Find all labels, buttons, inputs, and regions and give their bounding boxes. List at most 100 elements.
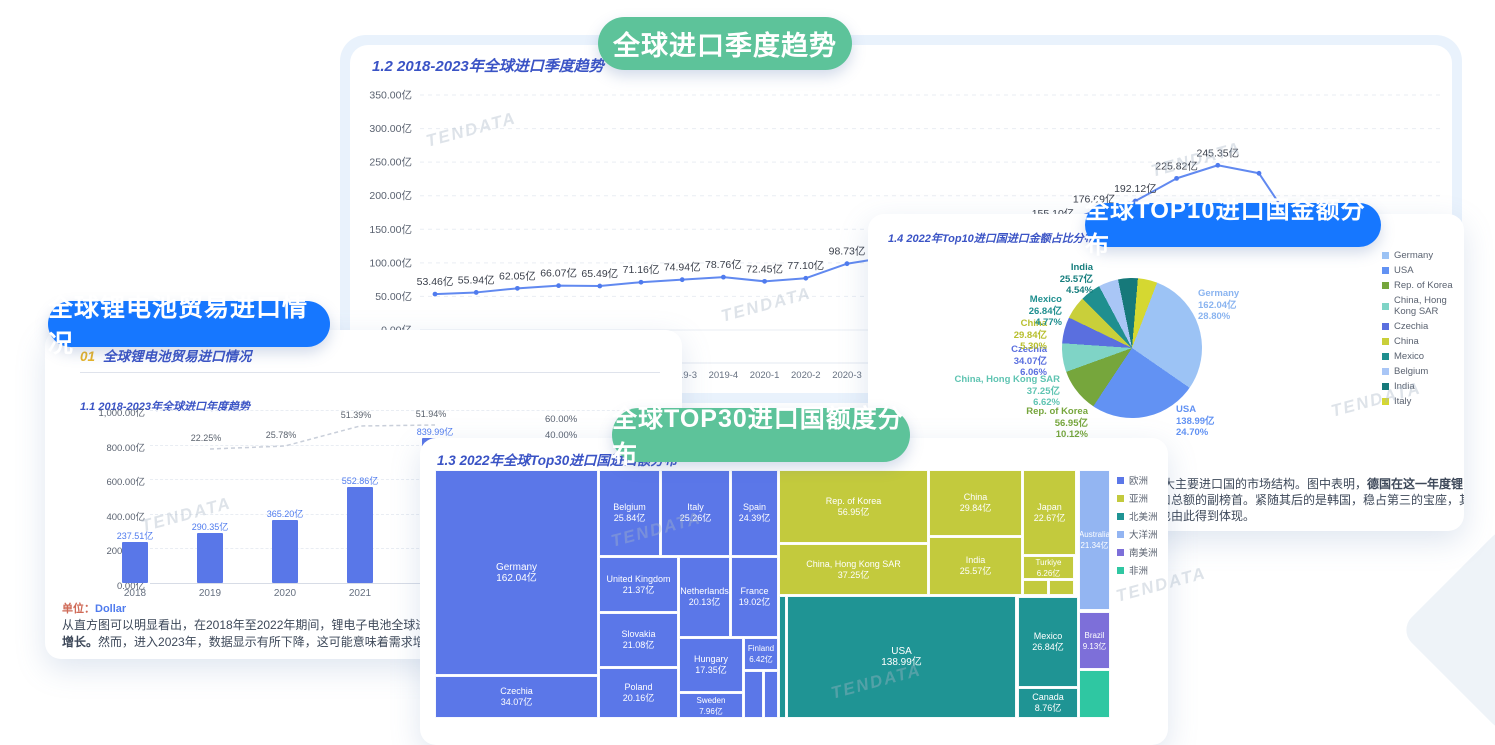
treemap-cell-turkiye[interactable]: Turkiye6.26亿 xyxy=(1023,556,1074,579)
treemap-cell-spain[interactable]: Spain24.39亿 xyxy=(731,470,778,556)
treemap-cell-rep-of-korea[interactable]: Rep. of Korea56.95亿 xyxy=(779,470,928,543)
bar-category-label: 2020 xyxy=(260,588,310,599)
treemap-legend-item[interactable]: 非洲 xyxy=(1117,563,1158,577)
svg-text:53.46亿: 53.46亿 xyxy=(417,275,454,288)
svg-text:2020-3: 2020-3 xyxy=(832,370,862,381)
legend-swatch xyxy=(1117,567,1124,574)
svg-text:62.05亿: 62.05亿 xyxy=(499,269,536,282)
svg-text:245.35亿: 245.35亿 xyxy=(1196,146,1239,159)
treemap-cell-india[interactable]: India25.57亿 xyxy=(929,537,1022,595)
treemap-cell-mexico[interactable]: Mexico26.84亿 xyxy=(1018,597,1078,687)
bar-value-label: 839.99亿 xyxy=(400,425,470,438)
treemap-cell[interactable] xyxy=(1049,580,1074,595)
svg-text:100.00亿: 100.00亿 xyxy=(369,256,412,269)
treemap-cell[interactable] xyxy=(1023,580,1048,595)
bar-gridline xyxy=(150,410,650,411)
bar[interactable] xyxy=(197,533,223,583)
treemap-cell[interactable] xyxy=(744,671,763,718)
treemap-cell-usa[interactable]: USA138.99亿 xyxy=(787,596,1016,718)
top30-treemap-chart[interactable]: Germany162.04亿Czechia34.07亿 Belgium25.84亿… xyxy=(435,470,1112,720)
treemap-cell-brazil[interactable]: Brazil9.13亿 xyxy=(1079,612,1110,669)
unit-value: Dollar xyxy=(95,603,126,615)
treemap-cell[interactable] xyxy=(779,596,786,718)
svg-text:50.00亿: 50.00亿 xyxy=(375,290,412,303)
treemap-cell-italy[interactable]: Italy25.26亿 xyxy=(661,470,730,556)
svg-text:350.00亿: 350.00亿 xyxy=(369,89,412,102)
svg-text:2020-1: 2020-1 xyxy=(750,370,780,381)
svg-text:150.00亿: 150.00亿 xyxy=(369,223,412,236)
treemap-cell-slovakia[interactable]: Slovakia21.08亿 xyxy=(599,613,678,667)
treemap-cell-czechia[interactable]: Czechia34.07亿 xyxy=(435,676,598,718)
svg-text:78.76亿: 78.76亿 xyxy=(705,258,742,271)
svg-text:74.94亿: 74.94亿 xyxy=(664,261,701,274)
legend-swatch xyxy=(1117,549,1124,556)
bar-value-label: 290.35亿 xyxy=(175,520,245,533)
treemap-cell[interactable] xyxy=(1079,670,1110,718)
treemap-legend-item[interactable]: 欧洲 xyxy=(1117,473,1158,487)
treemap-cell-poland[interactable]: Poland20.16亿 xyxy=(599,668,678,718)
bar-ytick: 600.00亿 xyxy=(50,474,145,488)
svg-text:2020-2: 2020-2 xyxy=(791,370,821,381)
bar-category-label: 2019 xyxy=(185,588,235,599)
bar-value-label: 237.51亿 xyxy=(100,529,170,542)
legend-swatch xyxy=(1117,531,1124,538)
badge-quarterly-trend: 全球进口季度趋势 xyxy=(598,17,852,70)
unit-label: 单位： xyxy=(62,603,95,615)
svg-text:77.10亿: 77.10亿 xyxy=(787,259,824,272)
bar-right-ytick: 60.00% xyxy=(545,414,577,425)
svg-text:25.78%: 25.78% xyxy=(266,430,297,440)
treemap-legend-item[interactable]: 亚洲 xyxy=(1117,491,1158,505)
svg-text:66.07亿: 66.07亿 xyxy=(540,267,577,280)
bar-category-label: 2018 xyxy=(110,588,160,599)
treemap-cell-japan[interactable]: Japan22.67亿 xyxy=(1023,470,1076,555)
treemap-cell-china[interactable]: China29.84亿 xyxy=(929,470,1022,536)
treemap-cell-netherlands[interactable]: Netherlands20.13亿 xyxy=(679,557,730,637)
badge-top10: 全球TOP10进口国金额分布 xyxy=(1085,203,1381,247)
legend-swatch xyxy=(1117,477,1124,484)
treemap-cell-france[interactable]: France19.02亿 xyxy=(731,557,778,637)
bar[interactable] xyxy=(122,542,148,583)
treemap-legend-item[interactable]: 南美洲 xyxy=(1117,545,1158,559)
svg-text:250.00亿: 250.00亿 xyxy=(369,156,412,169)
svg-text:55.94亿: 55.94亿 xyxy=(458,273,495,286)
svg-text:72.45亿: 72.45亿 xyxy=(746,262,783,275)
decorative-arrow xyxy=(1399,524,1495,736)
bar[interactable] xyxy=(272,520,298,583)
treemap-cell-canada[interactable]: Canada8.76亿 xyxy=(1018,688,1078,718)
bar-value-label: 552.86亿 xyxy=(325,474,395,487)
bar[interactable] xyxy=(347,487,373,583)
svg-text:300.00亿: 300.00亿 xyxy=(369,122,412,135)
treemap-cell-sweden[interactable]: Sweden7.96亿 xyxy=(679,693,743,718)
svg-text:65.49亿: 65.49亿 xyxy=(581,267,618,280)
treemap-legend: 欧洲亚洲北美洲大洋洲南美洲非洲 xyxy=(1117,473,1158,581)
bar-category-label: 2021 xyxy=(335,588,385,599)
svg-text:225.82亿: 225.82亿 xyxy=(1155,159,1198,172)
treemap-cell-hungary[interactable]: Hungary17.35亿 xyxy=(679,638,743,692)
svg-text:51.39%: 51.39% xyxy=(341,410,372,420)
bar-ytick: 400.00亿 xyxy=(50,509,145,523)
svg-text:71.16亿: 71.16亿 xyxy=(623,263,660,276)
treemap-cell-belgium[interactable]: Belgium25.84亿 xyxy=(599,470,660,556)
legend-swatch xyxy=(1117,513,1124,520)
bar-value-label: 365.20亿 xyxy=(250,507,320,520)
treemap-cell-australia[interactable]: Australia21.34亿 xyxy=(1079,470,1110,610)
svg-text:22.25%: 22.25% xyxy=(191,433,222,443)
treemap-cell[interactable] xyxy=(764,671,778,718)
treemap-cell-china-hong-kong-sar[interactable]: China, Hong Kong SAR37.25亿 xyxy=(779,544,928,595)
bar-ytick: 1,000.00亿 xyxy=(50,405,145,419)
badge-top30: 全球TOP30进口国额度分布 xyxy=(612,408,910,462)
treemap-cell-finland[interactable]: Finland6.42亿 xyxy=(744,638,778,670)
svg-text:200.00亿: 200.00亿 xyxy=(369,189,412,202)
treemap-cell-germany[interactable]: Germany162.04亿 xyxy=(435,470,598,675)
svg-text:98.73亿: 98.73亿 xyxy=(829,245,866,258)
bar-ytick: 800.00亿 xyxy=(50,440,145,454)
svg-text:2019-4: 2019-4 xyxy=(709,370,739,381)
legend-swatch xyxy=(1117,495,1124,502)
treemap-legend-item[interactable]: 大洋洲 xyxy=(1117,527,1158,541)
pie-paragraph-line: 十大主要进口国的市场结构。图中表明，德国在这一年度锂电池进口总额上遥遥领 xyxy=(1151,476,1464,493)
pie-paragraph-line: 进口总额的副榜首。紧随其后的是韩国，稳占第三的宝座，其后是中国香港，其在锂 xyxy=(1147,492,1464,509)
treemap-cell-united-kingdom[interactable]: United Kingdom21.37亿 xyxy=(599,557,678,612)
badge-overview: 全球锂电池贸易进口情况 xyxy=(48,301,330,347)
treemap-legend-item[interactable]: 北美洲 xyxy=(1117,509,1158,523)
top30-treemap-panel: 1.3 2022年全球Top30进口国进口额分布 Germany162.04亿C… xyxy=(420,438,1168,745)
